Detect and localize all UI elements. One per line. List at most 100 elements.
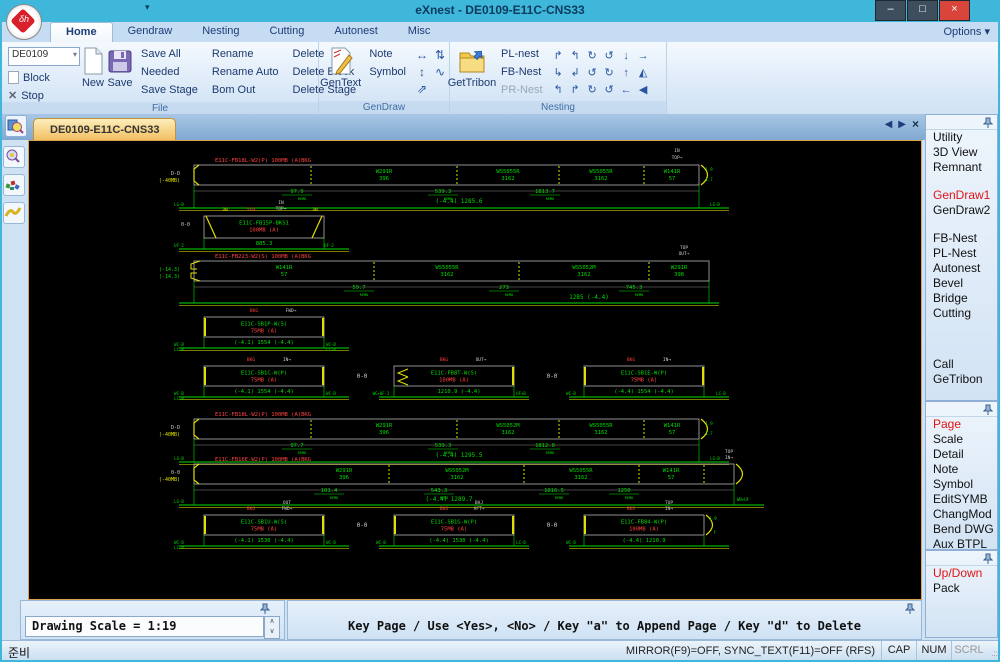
rename-button[interactable]: Rename bbox=[207, 46, 284, 64]
sidebar-item-utility[interactable]: Utility bbox=[926, 130, 997, 145]
measure-diagonal-icon[interactable]: ⇗ bbox=[413, 81, 431, 98]
drawing-canvas[interactable]: W291R 396 WS5055R 3162 WS5055R 3162 W141R 57 E11… bbox=[28, 140, 922, 600]
rotate-cw-10-icon[interactable]: ↳ bbox=[550, 65, 567, 82]
resize-grip[interactable]: .:: bbox=[991, 649, 998, 658]
block-button[interactable]: Block bbox=[8, 71, 80, 84]
move-left-icon[interactable]: ← bbox=[618, 82, 635, 99]
pin-icon[interactable] bbox=[983, 553, 993, 564]
mirror-vertical-icon[interactable]: ◭ bbox=[635, 65, 652, 82]
rotate-cw-1-icon[interactable]: ↱ bbox=[550, 48, 567, 65]
rotate-ccw-1-icon[interactable]: ↰ bbox=[567, 48, 584, 65]
tab-misc[interactable]: Misc bbox=[393, 22, 446, 42]
fb-nest-button[interactable]: FB-Nest bbox=[496, 64, 548, 82]
rotate-cw-90-icon[interactable]: ↻ bbox=[601, 65, 618, 82]
status-toggle-scrl[interactable]: SCRL bbox=[951, 641, 986, 661]
extent-vertical-icon[interactable]: ⇅ bbox=[431, 47, 449, 64]
sidebar-item-call[interactable]: Call bbox=[926, 357, 997, 372]
rotate-cw-5-icon[interactable]: ↻ bbox=[584, 48, 601, 65]
sidebar-item-bend-dwg[interactable]: Bend DWG bbox=[926, 522, 997, 537]
sidebar-item-3d-view[interactable]: 3D View bbox=[926, 145, 997, 160]
zoom-tool-button[interactable] bbox=[3, 146, 25, 168]
rotate-cw-45-icon[interactable]: ↻ bbox=[584, 82, 601, 99]
bom-out-button[interactable]: Bom Out bbox=[207, 82, 284, 100]
sidebar-item-getribon[interactable]: GeTribon bbox=[926, 372, 997, 387]
svg-text:WS5055R: WS5055R bbox=[569, 468, 593, 474]
status-toggle-cap[interactable]: CAP bbox=[881, 641, 916, 661]
new-button[interactable]: New bbox=[81, 47, 105, 89]
tab-prev-icon[interactable]: ◀ bbox=[885, 119, 893, 131]
tab-gendraw[interactable]: Gendraw bbox=[113, 22, 188, 42]
sidebar-item-changmod[interactable]: ChangMod bbox=[926, 507, 997, 522]
needed-button[interactable]: Needed bbox=[136, 64, 203, 82]
document-tab[interactable]: DE0109-E11C-CNS33 bbox=[33, 118, 177, 140]
spinner-up-icon[interactable]: ∧ bbox=[265, 617, 279, 627]
tab-next-icon[interactable]: ▶ bbox=[898, 119, 906, 131]
sidebar-item-pack[interactable]: Pack bbox=[926, 581, 997, 596]
stop-button[interactable]: ✕ Stop bbox=[8, 89, 80, 103]
sidebar-item-scale[interactable]: Scale bbox=[926, 432, 997, 447]
svg-text:1.7: 1.7 bbox=[705, 177, 713, 182]
pin-icon[interactable] bbox=[983, 117, 993, 128]
gentext-button[interactable]: GenText bbox=[320, 47, 361, 89]
tab-close-icon[interactable]: × bbox=[912, 117, 919, 131]
app-logo[interactable]: δh bbox=[6, 4, 42, 40]
sidebar-item-gendraw2[interactable]: GenDraw2 bbox=[926, 203, 997, 218]
block-combo[interactable]: DE0109 ▾ bbox=[8, 47, 80, 66]
pin-icon[interactable] bbox=[983, 404, 993, 415]
save-button[interactable]: Save bbox=[107, 47, 133, 89]
sidebar-item-detail[interactable]: Detail bbox=[926, 447, 997, 462]
rotate-ccw-10-icon[interactable]: ↲ bbox=[567, 65, 584, 82]
sidebar-item-bevel[interactable]: Bevel bbox=[926, 276, 997, 291]
tab-autonest[interactable]: Autonest bbox=[319, 22, 392, 42]
tab-cutting[interactable]: Cutting bbox=[255, 22, 320, 42]
pl-nest-button[interactable]: PL-nest bbox=[496, 46, 548, 64]
status-toggle-num[interactable]: NUM bbox=[916, 641, 951, 661]
measure-horizontal-icon[interactable]: ↔ bbox=[413, 47, 431, 64]
sidebar-item-note[interactable]: Note bbox=[926, 462, 997, 477]
rotate-ccw-15-icon[interactable]: ↱ bbox=[567, 82, 584, 99]
sidebar-item-editsymb[interactable]: EditSYMB bbox=[926, 492, 997, 507]
profile-tool-button[interactable] bbox=[3, 202, 25, 224]
pin-icon[interactable] bbox=[905, 603, 915, 614]
sidebar-item-fb-nest[interactable]: FB-Nest bbox=[926, 231, 997, 246]
drawing-scale-field[interactable]: Drawing Scale = 1:19 bbox=[25, 616, 264, 637]
sidebar-item-cutting[interactable]: Cutting bbox=[926, 306, 997, 321]
minimize-button[interactable]: – bbox=[875, 0, 906, 21]
sidebar-item-symbol[interactable]: Symbol bbox=[926, 477, 997, 492]
mirror-horizontal-icon[interactable]: ◀ bbox=[635, 82, 652, 99]
rename-auto-button[interactable]: Rename Auto bbox=[207, 64, 284, 82]
sidebar-item-remnant[interactable]: Remnant bbox=[926, 160, 997, 175]
save-all-button[interactable]: Save All bbox=[136, 46, 203, 64]
sidebar-item-up-down[interactable]: Up/Down bbox=[926, 566, 997, 581]
rotate-cw-15-icon[interactable]: ↰ bbox=[550, 82, 567, 99]
sidebar-item-autonest[interactable]: Autonest bbox=[926, 261, 997, 276]
move-right-icon[interactable]: → bbox=[635, 48, 652, 65]
tab-nesting[interactable]: Nesting bbox=[187, 22, 254, 42]
note-button[interactable]: Note bbox=[364, 46, 411, 64]
curve-icon[interactable]: ∿ bbox=[431, 64, 449, 81]
save-stage-button[interactable]: Save Stage bbox=[136, 82, 203, 100]
rotate-ccw-45-icon[interactable]: ↺ bbox=[601, 48, 618, 65]
tab-home[interactable]: Home bbox=[50, 22, 113, 43]
sidebar-item-bridge[interactable]: Bridge bbox=[926, 291, 997, 306]
maximize-button[interactable]: □ bbox=[907, 0, 938, 21]
move-up-icon[interactable]: ↑ bbox=[618, 65, 635, 82]
pin-icon[interactable] bbox=[260, 603, 270, 614]
scale-spinner[interactable]: ∧ ∨ bbox=[264, 616, 280, 639]
sidebar-item-page[interactable]: Page bbox=[926, 417, 997, 432]
gettribon-button[interactable]: GetTribon bbox=[448, 47, 496, 89]
drawing-svg[interactable]: W291R396WS5055R3162WS5055R3162W141R57E11… bbox=[29, 141, 921, 599]
view-tool-icon[interactable] bbox=[5, 115, 27, 137]
close-button[interactable]: × bbox=[939, 0, 970, 21]
symbol-button[interactable]: Symbol bbox=[364, 64, 411, 82]
move-down-icon[interactable]: ↓ bbox=[618, 48, 635, 65]
rotate-ccw-5-icon[interactable]: ↺ bbox=[601, 82, 618, 99]
sidebar-item-pl-nest[interactable]: PL-Nest bbox=[926, 246, 997, 261]
measure-vertical-icon[interactable]: ↕ bbox=[413, 64, 431, 81]
sidebar-item-aux-btpl[interactable]: Aux BTPL bbox=[926, 537, 997, 549]
parts-tool-button[interactable] bbox=[3, 174, 25, 196]
options-button[interactable]: Options ▾ bbox=[944, 25, 991, 38]
rotate-ccw-90-icon[interactable]: ↺ bbox=[584, 65, 601, 82]
sidebar-item-gendraw1[interactable]: GenDraw1 bbox=[926, 188, 997, 203]
spinner-down-icon[interactable]: ∨ bbox=[265, 627, 279, 637]
